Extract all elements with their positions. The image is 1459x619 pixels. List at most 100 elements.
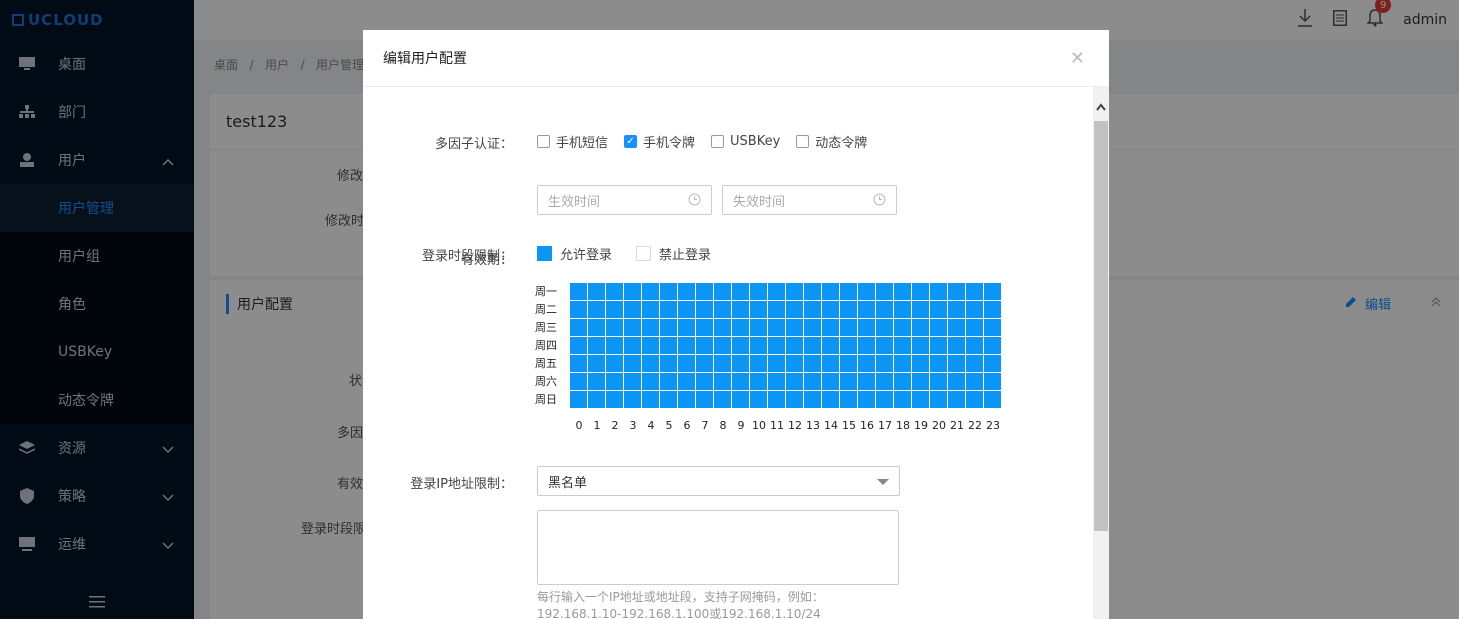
time-slot-cell[interactable]: [876, 301, 894, 319]
time-slot-cell[interactable]: [894, 337, 912, 355]
time-slot-cell[interactable]: [804, 319, 822, 337]
time-slot-cell[interactable]: [660, 319, 678, 337]
time-slot-cell[interactable]: [984, 319, 1002, 337]
time-slot-cell[interactable]: [570, 337, 588, 355]
time-slot-cell[interactable]: [750, 373, 768, 391]
time-slot-cell[interactable]: [966, 301, 984, 319]
time-slot-cell[interactable]: [948, 283, 966, 301]
time-slot-cell[interactable]: [822, 355, 840, 373]
close-icon[interactable]: ✕: [1070, 48, 1085, 69]
time-slot-cell[interactable]: [858, 283, 876, 301]
time-slot-cell[interactable]: [606, 337, 624, 355]
time-slot-cell[interactable]: [696, 355, 714, 373]
time-slot-cell[interactable]: [894, 391, 912, 409]
time-slot-cell[interactable]: [714, 373, 732, 391]
time-slot-cell[interactable]: [876, 283, 894, 301]
time-slot-cell[interactable]: [966, 283, 984, 301]
time-slot-cell[interactable]: [750, 301, 768, 319]
time-slot-cell[interactable]: [732, 319, 750, 337]
time-slot-cell[interactable]: [624, 301, 642, 319]
time-slot-cell[interactable]: [768, 355, 786, 373]
time-slot-cell[interactable]: [786, 319, 804, 337]
time-slot-cell[interactable]: [822, 319, 840, 337]
time-slot-cell[interactable]: [858, 319, 876, 337]
time-slot-cell[interactable]: [840, 283, 858, 301]
time-slot-cell[interactable]: [696, 283, 714, 301]
time-slot-cell[interactable]: [912, 283, 930, 301]
time-slot-cell[interactable]: [840, 391, 858, 409]
time-slot-cell[interactable]: [732, 355, 750, 373]
time-slot-cell[interactable]: [624, 319, 642, 337]
time-slot-cell[interactable]: [606, 391, 624, 409]
time-slot-cell[interactable]: [786, 301, 804, 319]
time-slot-cell[interactable]: [858, 373, 876, 391]
time-slot-cell[interactable]: [606, 373, 624, 391]
time-slot-cell[interactable]: [786, 355, 804, 373]
time-slot-cell[interactable]: [912, 301, 930, 319]
time-slot-cell[interactable]: [588, 283, 606, 301]
time-slot-cell[interactable]: [822, 283, 840, 301]
time-slot-cell[interactable]: [624, 337, 642, 355]
time-slot-cell[interactable]: [840, 373, 858, 391]
time-slot-cell[interactable]: [642, 391, 660, 409]
time-slot-cell[interactable]: [642, 337, 660, 355]
time-slot-cell[interactable]: [768, 373, 786, 391]
time-slot-cell[interactable]: [966, 319, 984, 337]
start-time-input[interactable]: 生效时间: [537, 185, 712, 215]
mfa-dynamic-token-checkbox[interactable]: 动态令牌: [796, 132, 867, 151]
time-slot-cell[interactable]: [678, 337, 696, 355]
time-slot-cell[interactable]: [624, 283, 642, 301]
time-slot-cell[interactable]: [606, 301, 624, 319]
time-slot-cell[interactable]: [642, 373, 660, 391]
time-slot-cell[interactable]: [696, 391, 714, 409]
time-slot-cell[interactable]: [858, 301, 876, 319]
time-slot-cell[interactable]: [768, 319, 786, 337]
time-slot-cell[interactable]: [984, 337, 1002, 355]
time-slot-cell[interactable]: [822, 301, 840, 319]
time-slot-cell[interactable]: [570, 319, 588, 337]
time-slot-cell[interactable]: [642, 355, 660, 373]
time-slot-cell[interactable]: [912, 337, 930, 355]
time-slot-cell[interactable]: [696, 373, 714, 391]
time-slot-cell[interactable]: [840, 319, 858, 337]
time-slot-cell[interactable]: [930, 391, 948, 409]
time-slot-cell[interactable]: [624, 373, 642, 391]
scrollbar-thumb[interactable]: [1094, 121, 1108, 531]
time-slot-cell[interactable]: [732, 337, 750, 355]
time-slot-cell[interactable]: [984, 301, 1002, 319]
mfa-mobile-token-checkbox[interactable]: ✓ 手机令牌: [624, 132, 695, 151]
time-slot-cell[interactable]: [678, 283, 696, 301]
time-slot-cell[interactable]: [606, 283, 624, 301]
login-time-grid[interactable]: [570, 283, 1002, 409]
time-slot-cell[interactable]: [894, 319, 912, 337]
time-slot-cell[interactable]: [642, 301, 660, 319]
time-slot-cell[interactable]: [786, 337, 804, 355]
time-slot-cell[interactable]: [930, 337, 948, 355]
time-slot-cell[interactable]: [750, 283, 768, 301]
time-slot-cell[interactable]: [732, 373, 750, 391]
time-slot-cell[interactable]: [948, 337, 966, 355]
time-slot-cell[interactable]: [732, 391, 750, 409]
time-slot-cell[interactable]: [804, 301, 822, 319]
modal-scrollbar[interactable]: [1093, 87, 1109, 619]
time-slot-cell[interactable]: [804, 355, 822, 373]
time-slot-cell[interactable]: [786, 283, 804, 301]
time-slot-cell[interactable]: [804, 283, 822, 301]
time-slot-cell[interactable]: [822, 391, 840, 409]
time-slot-cell[interactable]: [732, 301, 750, 319]
time-slot-cell[interactable]: [876, 373, 894, 391]
time-slot-cell[interactable]: [876, 355, 894, 373]
time-slot-cell[interactable]: [660, 373, 678, 391]
time-slot-cell[interactable]: [750, 355, 768, 373]
time-slot-cell[interactable]: [678, 373, 696, 391]
time-slot-cell[interactable]: [714, 283, 732, 301]
time-slot-cell[interactable]: [822, 337, 840, 355]
time-slot-cell[interactable]: [912, 319, 930, 337]
time-slot-cell[interactable]: [696, 337, 714, 355]
time-slot-cell[interactable]: [912, 391, 930, 409]
time-slot-cell[interactable]: [660, 355, 678, 373]
time-slot-cell[interactable]: [948, 319, 966, 337]
time-slot-cell[interactable]: [894, 373, 912, 391]
time-slot-cell[interactable]: [750, 337, 768, 355]
time-slot-cell[interactable]: [588, 391, 606, 409]
